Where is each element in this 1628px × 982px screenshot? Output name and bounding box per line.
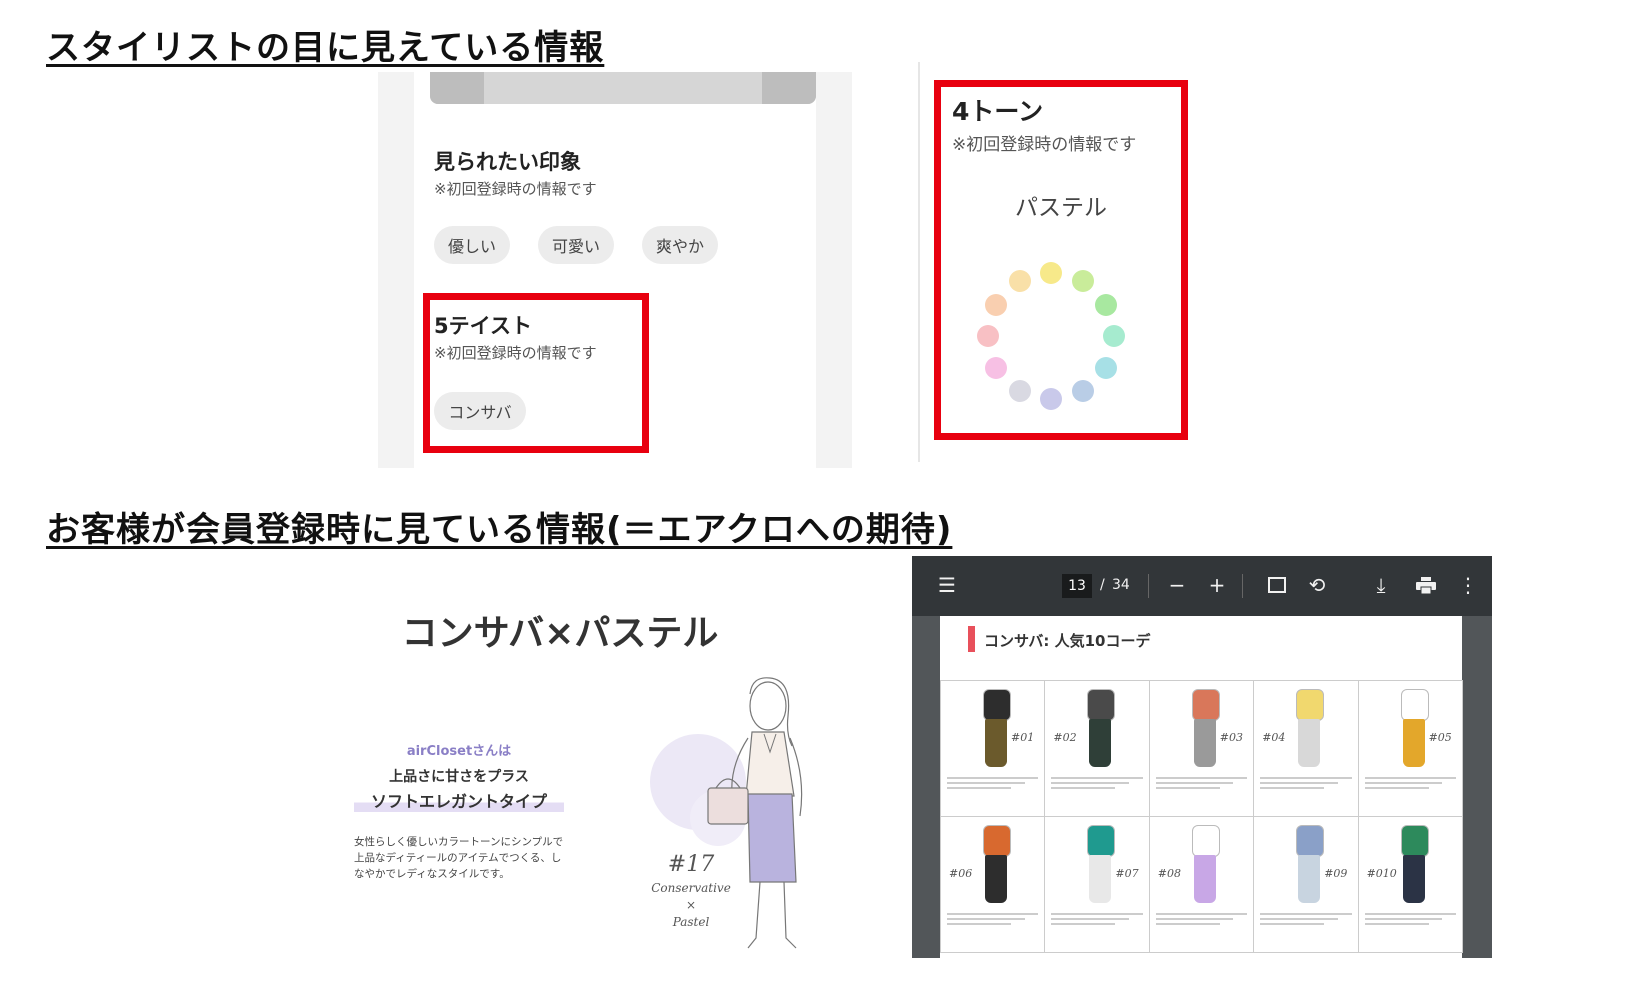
outfit-top — [1087, 689, 1116, 721]
toolbar-divider — [1148, 574, 1149, 598]
outfit-number: #02 — [1053, 731, 1077, 744]
description-line: 女性らしく優しいカラートーンにシンプルで — [354, 836, 564, 848]
outfit-cell: #04 — [1253, 680, 1359, 817]
outfit-bottom — [1089, 719, 1112, 767]
fashion-illustration — [707, 677, 803, 949]
outfit-caption-lines — [1364, 777, 1456, 793]
outfit-number: #05 — [1428, 731, 1452, 744]
outfit-top — [1087, 825, 1116, 857]
outfit-top — [1191, 689, 1220, 721]
photo-strip — [430, 72, 816, 104]
impression-title: 見られたい印象 — [434, 150, 581, 174]
outfit-caption-lines — [947, 777, 1039, 793]
pdf-toolbar: ☰ 13 / 34 − + ⟲ ⤓ ⋮ — [912, 556, 1492, 616]
outfit-number: #06 — [949, 867, 973, 880]
outfit-caption-lines — [1051, 913, 1143, 929]
outfit-cell: #06 — [940, 816, 1046, 953]
rotate-icon[interactable]: ⟲ — [1306, 575, 1328, 595]
brand-line: airClosetさんは — [406, 744, 512, 759]
description-line: なやかでレディなスタイルです。 — [354, 868, 510, 880]
pdf-page: コンサバ: 人気10コーデ #01 #02 #03 #04 #05 #06 #07 #08 #0… — [940, 616, 1463, 958]
outfit-bottom — [1193, 855, 1216, 903]
section-accent-bar — [968, 626, 975, 652]
outfit-cell: #05 — [1357, 680, 1463, 817]
outfit-caption-lines — [1364, 913, 1456, 929]
section-title: コンサバ: 人気10コーデ — [984, 632, 1151, 650]
page-separator: / — [1100, 577, 1105, 593]
outfit-top — [1400, 825, 1429, 857]
outfit-caption-lines — [1260, 913, 1352, 929]
outfit-top — [1400, 689, 1429, 721]
outfit-number: #010 — [1366, 867, 1397, 880]
outfit-number: #03 — [1219, 731, 1244, 744]
outfit-bottom — [1298, 719, 1321, 767]
type-name: ソフトエレガントタイプ — [354, 788, 564, 812]
outfit-caption-lines — [1260, 777, 1352, 793]
outfit-bottom — [1298, 855, 1321, 903]
page-number-input[interactable]: 13 — [1062, 574, 1092, 598]
outfit-cell: #010 — [1357, 816, 1463, 953]
tagline: 上品さに甘さをプラス — [389, 769, 529, 785]
zoom-in-icon[interactable]: + — [1206, 575, 1228, 595]
outfit-caption-lines — [947, 913, 1039, 929]
outfit-top — [1296, 689, 1325, 721]
outfit-top — [983, 825, 1011, 857]
outfit-bottom — [1402, 855, 1425, 903]
more-icon[interactable]: ⋮ — [1458, 575, 1478, 595]
outfit-cell: #03 — [1148, 680, 1255, 817]
highlight-taste — [423, 293, 649, 453]
outfit-cell: #01 — [940, 680, 1046, 817]
print-icon[interactable] — [1416, 577, 1436, 595]
outfit-number: #07 — [1115, 867, 1139, 880]
menu-icon[interactable]: ☰ — [936, 575, 958, 595]
impression-chip[interactable]: 爽やか — [642, 226, 718, 264]
outfit-cell: #08 — [1148, 816, 1255, 953]
page-total: 34 — [1112, 577, 1130, 593]
outfit-top — [1296, 825, 1325, 857]
outfit-grid: #01 #02 #03 #04 #05 #06 #07 #08 #09 #010 — [940, 680, 1463, 953]
outfit-bottom — [985, 719, 1007, 767]
outfit-cell: #02 — [1044, 680, 1150, 817]
outfit-cell: #09 — [1253, 816, 1359, 953]
outfit-top — [983, 689, 1011, 721]
outfit-number: #08 — [1157, 867, 1182, 880]
zoom-out-icon[interactable]: − — [1166, 575, 1188, 595]
highlight-tone — [934, 80, 1188, 440]
panel-divider — [918, 62, 920, 462]
heading-stylist-info: スタイリストの目に見えている情報 — [46, 28, 605, 68]
type-description: 女性らしく優しいカラートーンにシンプルで 上品なディティールのアイテムでつくる、… — [354, 834, 594, 882]
download-icon[interactable]: ⤓ — [1370, 575, 1392, 595]
outfit-caption-lines — [1051, 777, 1143, 793]
outfit-number: #09 — [1324, 867, 1348, 880]
description-line: 上品なディティールのアイテムでつくる、し — [354, 852, 562, 864]
pdf-viewer: ☰ 13 / 34 − + ⟲ ⤓ ⋮ コンサバ: 人気10コーデ #01 #02… — [912, 556, 1492, 958]
toolbar-divider — [1242, 574, 1243, 598]
outfit-top — [1191, 825, 1220, 857]
outfit-caption-lines — [1155, 777, 1248, 793]
outfit-caption-lines — [1155, 913, 1248, 929]
impression-chip[interactable]: 優しい — [434, 226, 510, 264]
outfit-bottom — [1089, 855, 1112, 903]
outfit-bottom — [1193, 719, 1216, 767]
outfit-number: #04 — [1262, 731, 1286, 744]
result-title: コンサバ×パステル — [401, 613, 719, 654]
outfit-bottom — [985, 855, 1007, 903]
outfit-bottom — [1402, 719, 1425, 767]
outfit-number: #01 — [1011, 731, 1035, 744]
fit-page-icon[interactable] — [1268, 577, 1286, 593]
heading-customer-info: お客様が会員登録時に見ている情報(＝エアクロへの期待) — [46, 510, 953, 550]
impression-note: ※初回登録時の情報です — [434, 180, 597, 198]
impression-chip[interactable]: 可愛い — [538, 226, 614, 264]
outfit-cell: #07 — [1044, 816, 1150, 953]
